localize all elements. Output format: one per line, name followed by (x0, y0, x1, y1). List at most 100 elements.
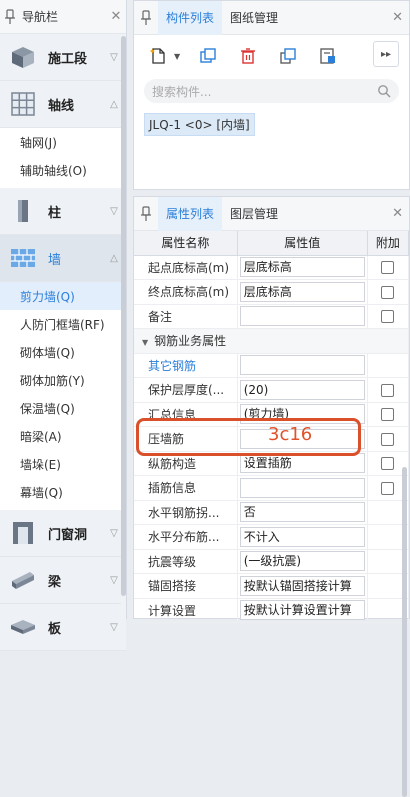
component-toolbar: ✦ ▼ (134, 39, 409, 73)
pin-icon[interactable] (4, 8, 16, 25)
close-icon[interactable]: ✕ (106, 9, 126, 24)
column-header-value: 属性值 (237, 231, 368, 256)
nav-category-axis[interactable]: 轴线 △ (0, 81, 126, 128)
property-row: 汇总信息 (剪力墙) (134, 402, 410, 427)
property-value-cell: (一级抗震) (237, 549, 368, 574)
pin-icon[interactable] (140, 205, 152, 222)
tab-property-list[interactable]: 属性列表 (158, 196, 223, 231)
nav-item-hidden-beam[interactable]: 暗梁(A) (0, 422, 126, 450)
component-list-item[interactable]: JLQ-1 <0> [内墙] (144, 113, 255, 136)
property-value-field[interactable]: 否 (239, 502, 365, 523)
collapse-triangle-icon[interactable]: ▼ (142, 338, 148, 347)
extra-checkbox[interactable] (381, 457, 395, 471)
nav-category-label: 墙 (48, 252, 62, 268)
component-list-panel: 构件列表 图纸管理 ✕ ✦ ▼ ▸▸ 搜索构件... JLQ-1 <0> [内墙… (133, 0, 410, 190)
property-name: 水平钢筋拐... (134, 500, 238, 525)
property-value-field[interactable]: (剪力墙) (239, 404, 365, 425)
property-row: 纵筋构造 设置插筋 (134, 451, 410, 476)
extra-checkbox[interactable] (381, 408, 395, 422)
property-value-field[interactable]: 层底标高 (239, 257, 365, 278)
property-row: 抗震等级 (一级抗震) (134, 549, 410, 574)
property-value-cell: 按默认锚固搭接计算 (237, 573, 368, 599)
property-value-cell: 层底标高 (237, 255, 368, 280)
property-value-field[interactable]: 设置插筋 (239, 453, 365, 474)
extra-checkbox[interactable] (381, 481, 395, 495)
search-icon[interactable] (377, 84, 391, 98)
extra-checkbox[interactable] (381, 432, 395, 446)
property-value-cell: 否 (237, 500, 368, 525)
nav-item-masonry-reinforcement[interactable]: 砌体加筋(Y) (0, 366, 126, 394)
close-icon[interactable]: ✕ (392, 197, 403, 231)
tab-drawing-management[interactable]: 图纸管理 (222, 1, 286, 35)
property-name: 纵筋构造 (134, 451, 238, 476)
nav-scrollbar-thumb[interactable] (121, 36, 126, 596)
nav-item-masonry-wall[interactable]: 砌体墙(Q) (0, 338, 126, 366)
property-row: 水平分布筋... 不计入 (134, 524, 410, 550)
extra-checkbox[interactable] (381, 310, 395, 324)
property-value-field[interactable] (239, 355, 365, 376)
tab-component-list[interactable]: 构件列表 (158, 0, 223, 35)
extra-checkbox[interactable] (381, 285, 395, 299)
nav-category-column[interactable]: 柱 ▽ (0, 188, 126, 235)
nav-category-label: 板 (48, 621, 62, 637)
nav-category-door-window[interactable]: 门窗洞 ▽ (0, 510, 126, 557)
nav-item-civil-defense-door-wall[interactable]: 人防门框墙(RF) (0, 310, 126, 338)
property-panel-tabbar: 属性列表 图层管理 ✕ (134, 196, 409, 231)
property-extra-cell (367, 402, 410, 427)
extra-checkbox[interactable] (381, 261, 395, 275)
component-search-input[interactable]: 搜索构件... (144, 79, 399, 103)
nav-item-axis-grid[interactable]: 轴网(J) (0, 128, 126, 156)
property-name[interactable]: 其它钢筋 (134, 353, 238, 378)
close-icon[interactable]: ✕ (392, 1, 403, 35)
svg-text:✦: ✦ (149, 47, 156, 56)
property-value-field[interactable]: 按默认锚固搭接计算 (239, 575, 365, 596)
nav-item-insulation-wall[interactable]: 保温墙(Q) (0, 394, 126, 422)
property-value-field[interactable] (239, 477, 365, 498)
property-value-field[interactable]: 按默认计算设置计算 (239, 600, 365, 621)
property-group-header[interactable]: ▼ 钢筋业务属性 (134, 328, 409, 354)
extra-checkbox[interactable] (381, 383, 395, 397)
nav-title: 导航栏 (22, 10, 59, 24)
layer-copy-icon[interactable] (274, 43, 302, 69)
property-row: 锚固搭接 按默认锚固搭接计算 (134, 573, 410, 599)
new-component-icon[interactable]: ✦ (144, 43, 172, 69)
property-value-cell: (20) (237, 377, 368, 403)
property-scrollbar[interactable] (402, 467, 407, 797)
nav-item-curtain-wall[interactable]: 幕墙(Q) (0, 478, 126, 506)
grid-axis-icon (8, 89, 38, 119)
pin-icon[interactable] (140, 9, 152, 26)
nav-item-shear-wall[interactable]: 剪力墙(Q) (0, 282, 126, 310)
property-extra-cell (367, 377, 410, 403)
expand-more-icon[interactable]: ▸▸ (373, 41, 399, 67)
property-value-field[interactable]: 不计入 (239, 526, 365, 547)
column-header-name: 属性名称 (134, 231, 238, 256)
property-value-field[interactable]: (20) (239, 379, 365, 400)
property-value-cell (237, 304, 368, 329)
property-name: 备注 (134, 304, 238, 329)
nav-category-beam[interactable]: 梁 ▽ (0, 557, 126, 604)
property-name: 抗震等级 (134, 549, 238, 574)
property-value-field[interactable]: 层底标高 (239, 281, 365, 302)
navigation-panel: 导航栏 ✕ 施工段 ▽ 轴线 △ 轴网(J) 辅助轴线(O) 柱 ▽ 墙 △ 剪… (0, 0, 127, 651)
property-value-cell: (剪力墙) (237, 402, 368, 427)
property-value-field[interactable]: (一级抗震) (239, 551, 365, 572)
nav-category-label: 梁 (48, 574, 62, 590)
nav-item-auxiliary-axis[interactable]: 辅助轴线(O) (0, 156, 126, 184)
property-value-field[interactable] (239, 306, 365, 327)
nav-category-slab[interactable]: 板 ▽ (0, 604, 126, 651)
nav-item-wall-pier[interactable]: 墙垛(E) (0, 450, 126, 478)
filter-icon[interactable] (314, 43, 342, 69)
tab-layer-management[interactable]: 图层管理 (222, 197, 286, 231)
delete-icon[interactable] (234, 43, 262, 69)
wall-icon (8, 243, 38, 273)
property-name: 保护层厚度(... (134, 377, 238, 403)
property-extra-cell (367, 255, 410, 280)
nav-category-construction-segment[interactable]: 施工段 ▽ (0, 34, 126, 81)
copy-icon[interactable] (194, 43, 222, 69)
nav-category-wall[interactable]: 墙 △ (0, 235, 126, 282)
nav-category-label: 轴线 (48, 98, 75, 114)
property-table-header: 属性名称 属性值 附加 (134, 231, 410, 256)
property-extra-cell (367, 353, 410, 378)
new-dropdown-icon[interactable]: ▼ (174, 52, 180, 61)
component-panel-tabbar: 构件列表 图纸管理 ✕ (134, 0, 409, 35)
